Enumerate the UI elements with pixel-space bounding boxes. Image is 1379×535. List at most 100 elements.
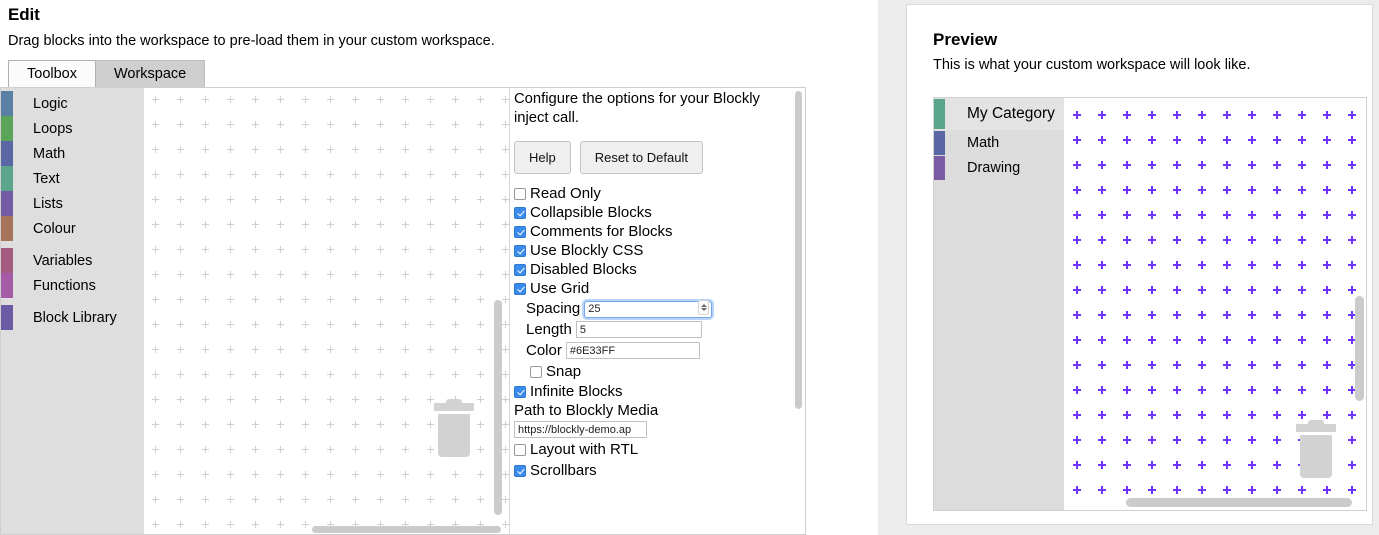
option-use-grid[interactable]: Use Grid [514,279,800,298]
toolbox-category-colour[interactable]: Colour [1,216,144,241]
grid-cross [327,346,335,354]
infinite-blocks-checkbox[interactable] [514,386,526,398]
grid-cross [327,146,335,154]
toolbox-editor: LogicLoopsMathTextListsColour VariablesFu… [0,87,806,535]
toolbox-category-text[interactable]: Text [1,166,144,191]
grid-cross [1073,236,1081,244]
grid-cross [1273,386,1281,394]
grid-cross [1198,386,1206,394]
grid-cross [427,296,435,304]
grid-cross [177,121,185,129]
grid-snap-checkbox[interactable] [530,366,542,378]
grid-cross [202,146,210,154]
checkbox[interactable] [514,245,526,257]
toolbox-category-loops[interactable]: Loops [1,116,144,141]
grid-cross [1073,286,1081,294]
toolbox-category-block-library[interactable]: Block Library [1,305,144,330]
category-color-swatch [1,116,13,141]
option-disabled-blocks[interactable]: Disabled Blocks [514,260,800,279]
grid-cross [252,146,260,154]
scrollbars-checkbox[interactable] [514,465,526,477]
checkbox[interactable] [514,264,526,276]
grid-length-input[interactable] [576,321,702,338]
grid-snap-option[interactable]: Snap [514,362,800,381]
checkbox[interactable] [514,226,526,238]
trash-can-icon[interactable] [434,403,474,459]
toolbox-category-lists[interactable]: Lists [1,191,144,216]
grid-cross [402,296,410,304]
category-color-swatch [1,216,13,241]
workspace-horizontal-scrollbar[interactable] [312,526,501,533]
grid-cross [327,321,335,329]
preview-horizontal-scrollbar[interactable] [1126,498,1352,507]
workspace-vertical-scrollbar[interactable] [494,300,502,515]
grid-cross [1173,461,1181,469]
grid-cross [252,121,260,129]
grid-cross [1348,236,1356,244]
grid-cross [1173,161,1181,169]
reset-to-default-button[interactable]: Reset to Default [580,141,703,174]
grid-spacing-stepper[interactable] [698,300,709,315]
grid-cross [1198,361,1206,369]
option-collapsible-blocks[interactable]: Collapsible Blocks [514,203,800,222]
scrollbars-option[interactable]: Scrollbars [514,461,800,480]
grid-cross [1273,286,1281,294]
grid-cross [427,321,435,329]
trash-lid [434,403,474,411]
grid-cross [1148,286,1156,294]
grid-cross [1148,436,1156,444]
toolbox-category-logic[interactable]: Logic [1,91,144,116]
grid-cross [1273,136,1281,144]
grid-cross [252,521,260,529]
grid-cross [1223,461,1231,469]
tab-workspace[interactable]: Workspace [96,60,205,87]
preview-vertical-scrollbar[interactable] [1355,296,1364,401]
checkbox[interactable] [514,283,526,295]
tab-toolbox[interactable]: Toolbox [8,60,96,87]
grid-cross [277,296,285,304]
preview-category-math[interactable]: Math [934,130,1064,155]
grid-cross [452,471,460,479]
grid-cross [1323,336,1331,344]
toolbox-category-math[interactable]: Math [1,141,144,166]
grid-cross [1273,361,1281,369]
preview-category-my-category[interactable]: My Category [934,98,1064,130]
grid-spacing-input[interactable] [584,301,712,318]
option-label: Comments for Blocks [530,223,673,240]
grid-cross [1223,261,1231,269]
toolbox-category-functions[interactable]: Functions [1,273,144,298]
grid-color-input[interactable] [566,342,700,359]
grid-cross [1248,211,1256,219]
preview-workspace-canvas[interactable] [1064,98,1367,511]
toolbox-category-variables[interactable]: Variables [1,248,144,273]
help-button[interactable]: Help [514,141,571,174]
grid-cross [1223,336,1231,344]
grid-cross [1248,336,1256,344]
media-path-input[interactable] [514,421,647,438]
rtl-option[interactable]: Layout with RTL [514,440,800,459]
option-use-blockly-css[interactable]: Use Blockly CSS [514,241,800,260]
checkbox[interactable] [514,188,526,200]
grid-cross [1073,311,1081,319]
config-panel-scrollbar[interactable] [795,91,802,409]
trash-can-icon[interactable] [1296,424,1336,480]
grid-cross [477,371,485,379]
grid-cross [1248,386,1256,394]
grid-cross [452,246,460,254]
grid-cross [1123,111,1131,119]
option-read-only[interactable]: Read Only [514,184,800,203]
checkbox[interactable] [514,207,526,219]
grid-cross [1098,361,1106,369]
grid-cross [1273,461,1281,469]
grid-cross [402,421,410,429]
grid-cross [302,246,310,254]
grid-cross [227,396,235,404]
grid-cross [1223,161,1231,169]
grid-cross [152,221,160,229]
grid-cross [177,396,185,404]
option-comments-for-blocks[interactable]: Comments for Blocks [514,222,800,241]
rtl-checkbox[interactable] [514,444,526,456]
infinite-blocks-option[interactable]: Infinite Blocks [514,382,800,401]
preview-category-drawing[interactable]: Drawing [934,155,1064,180]
grid-cross [302,296,310,304]
